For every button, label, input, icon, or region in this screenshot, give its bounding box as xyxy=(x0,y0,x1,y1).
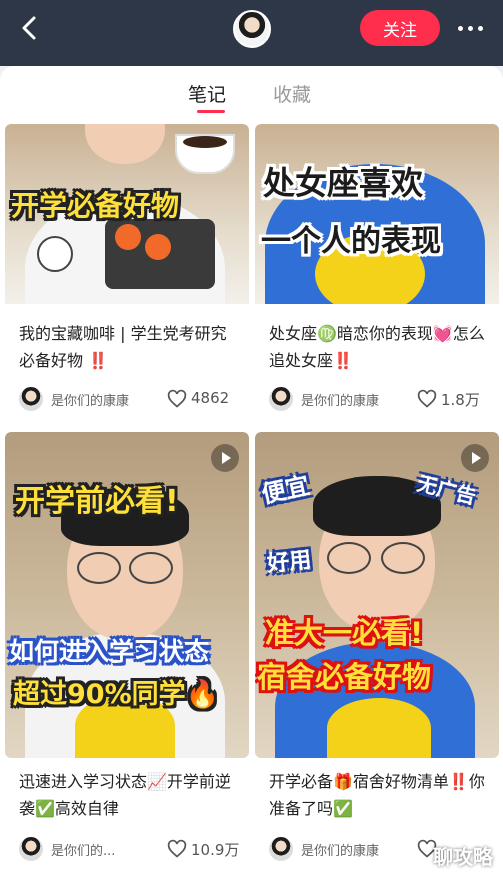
author-name[interactable]: 是你们的康康 xyxy=(301,840,379,859)
note-card[interactable]: 开学前必看! 如何进入学习状态 超过90%同学🔥 迅速进入学习状态📈开学前逆袭✅… xyxy=(5,432,249,874)
note-cover-image[interactable]: 开学前必看! 如何进入学习状态 超过90%同学🔥 xyxy=(5,432,249,758)
note-card[interactable]: 处女座喜欢 一个人的表现 处女座♍️暗恋你的表现💓怎么追处女座‼️ 是你们的康康… xyxy=(255,124,499,484)
cover-caption: 超过90%同学🔥 xyxy=(13,679,220,710)
more-options-icon[interactable] xyxy=(450,14,490,42)
like-heart-icon[interactable] xyxy=(417,389,437,409)
cover-tag: 便宜 xyxy=(259,471,312,509)
note-cover-image[interactable]: 开学必备好物 xyxy=(5,124,249,304)
top-bar: 关注 xyxy=(0,0,503,66)
person-head xyxy=(85,124,165,164)
profile-avatar[interactable] xyxy=(233,10,271,48)
glasses xyxy=(381,542,425,574)
author-avatar[interactable] xyxy=(269,837,293,861)
tab-bar: 笔记 收藏 xyxy=(0,66,503,124)
note-card[interactable]: 便宜 无广告 好用 准大一必看! 宿舍必备好物 开学必备🎁宿舍好物清单‼️你准备… xyxy=(255,432,499,874)
watermark: 聊攻略 xyxy=(433,845,493,869)
cover-headline: 开学前必看! xyxy=(15,484,179,519)
note-cover-image[interactable]: 便宜 无广告 好用 准大一必看! 宿舍必备好物 xyxy=(255,432,499,758)
coffee-capsule xyxy=(145,234,171,260)
author-name[interactable]: 是你们的康康 xyxy=(301,390,379,409)
author-avatar[interactable] xyxy=(19,387,43,411)
tab-notes[interactable]: 笔记 xyxy=(188,80,226,107)
author-name[interactable]: 是你们的康康 xyxy=(51,390,129,409)
note-title[interactable]: 处女座♍️暗恋你的表现💓怎么追处女座‼️ xyxy=(269,320,491,374)
note-cover-image[interactable]: 处女座喜欢 一个人的表现 xyxy=(255,124,499,304)
like-count: 1.8万 xyxy=(441,391,480,409)
note-card[interactable]: 开学必备好物 我的宝藏咖啡 | 学生党考研究必备好物 ‼️ 是你们的康康 486… xyxy=(5,124,249,484)
tab-favorites[interactable]: 收藏 xyxy=(273,80,311,107)
glasses xyxy=(77,552,121,584)
back-icon[interactable] xyxy=(16,14,44,42)
note-meta: 是你们的... 10.9万 xyxy=(19,836,241,862)
active-tab-indicator xyxy=(197,110,225,113)
cover-subheadline: 一个人的表现 xyxy=(261,224,441,259)
like-count: 4862 xyxy=(191,389,230,407)
plush-toy xyxy=(327,698,431,758)
author-avatar[interactable] xyxy=(19,837,43,861)
note-meta: 是你们的康康 1.8万 xyxy=(269,386,491,412)
cartoon-face-icon xyxy=(37,236,73,272)
cover-subheadline: 宿舍必备好物 xyxy=(257,660,432,694)
like-heart-icon[interactable] xyxy=(167,839,187,859)
video-play-icon[interactable] xyxy=(211,444,239,472)
content-panel: 笔记 收藏 开学必备好物 我的宝藏咖啡 | 学生党考研究必备好物 ‼️ 是你们的… xyxy=(0,66,503,874)
glasses xyxy=(129,552,173,584)
coffee-icon xyxy=(183,136,227,148)
note-title[interactable]: 迅速进入学习状态📈开学前逆袭✅高效自律 xyxy=(19,768,241,822)
like-count: 10.9万 xyxy=(191,841,240,859)
cover-headline: 处女座喜欢 xyxy=(263,164,424,202)
note-title[interactable]: 开学必备🎁宿舍好物清单‼️你准备了吗✅ xyxy=(269,768,491,822)
note-meta: 是你们的康康 4862 xyxy=(19,386,241,412)
like-heart-icon[interactable] xyxy=(167,389,187,409)
glasses xyxy=(327,542,371,574)
cover-subheadline: 如何进入学习状态 xyxy=(9,637,210,666)
author-name[interactable]: 是你们的... xyxy=(51,840,115,859)
video-play-icon[interactable] xyxy=(461,444,489,472)
cover-tag: 好用 xyxy=(266,547,313,578)
cover-headline: 开学必备好物 xyxy=(11,189,180,222)
follow-button[interactable]: 关注 xyxy=(360,10,440,46)
author-avatar[interactable] xyxy=(269,387,293,411)
cover-headline: 准大一必看! xyxy=(265,616,424,650)
note-title[interactable]: 我的宝藏咖啡 | 学生党考研究必备好物 ‼️ xyxy=(19,320,241,374)
coffee-capsule xyxy=(115,224,141,250)
